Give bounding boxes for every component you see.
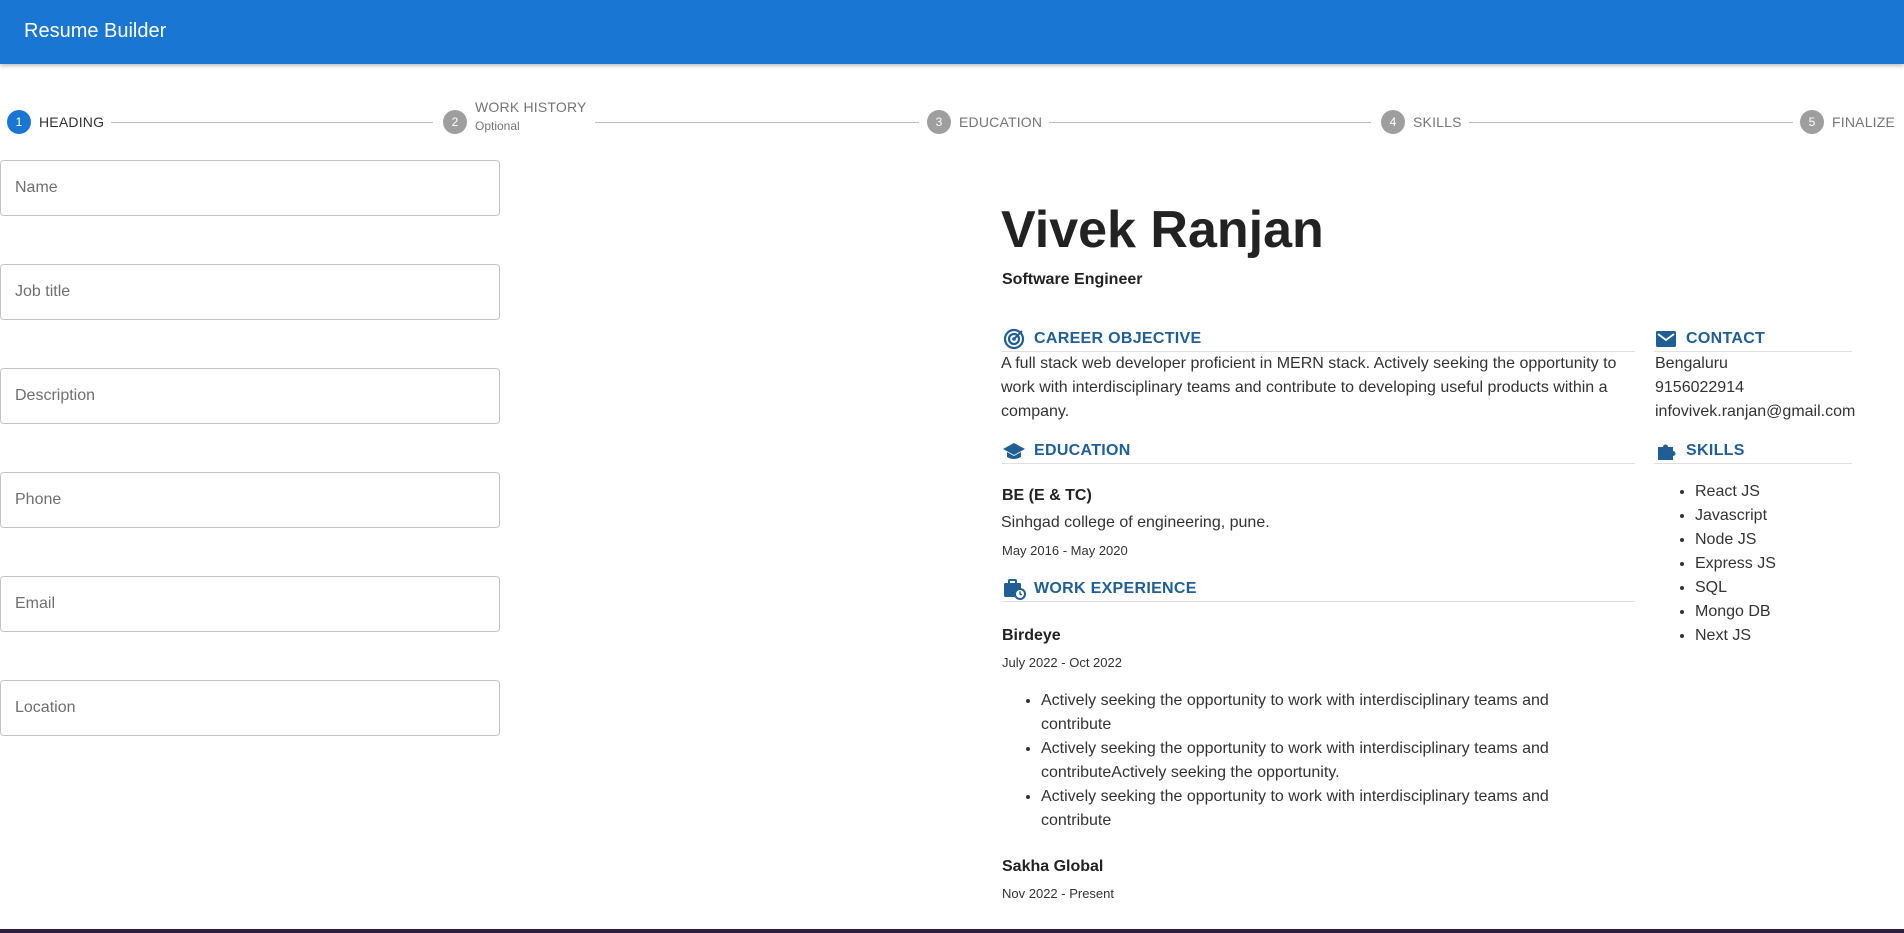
section-title: SKILLS xyxy=(1686,441,1745,459)
job-title-input[interactable] xyxy=(1,265,499,319)
app-bar: Resume Builder xyxy=(0,0,1904,64)
description-input[interactable] xyxy=(1,369,499,423)
step-connector xyxy=(111,122,433,123)
location-input[interactable] xyxy=(1,681,499,735)
education-dates: May 2016 - May 2020 xyxy=(1002,543,1128,558)
contact-phone: 9156022914 xyxy=(1655,379,1744,396)
step-number: 3 xyxy=(927,110,951,134)
section-title: EDUCATION xyxy=(1034,441,1131,459)
education-degree: BE (E & TC) xyxy=(1002,487,1092,504)
mail-icon xyxy=(1654,327,1678,351)
step-label: EDUCATION xyxy=(959,114,1043,130)
step-label: HEADING xyxy=(39,114,105,130)
step-number: 1 xyxy=(7,110,31,134)
list-item: React JS xyxy=(1695,480,1855,504)
taskbar-edge xyxy=(0,929,1904,933)
email-input[interactable] xyxy=(1,577,499,631)
list-item: Node JS xyxy=(1695,528,1855,552)
phone-field[interactable] xyxy=(0,472,500,528)
resume-name: Vivek Ranjan xyxy=(1001,201,1324,259)
step-number: 4 xyxy=(1381,110,1405,134)
step-connector xyxy=(1049,122,1371,123)
career-objective-text: A full stack web developer proficient in… xyxy=(1001,352,1641,424)
step-number: 5 xyxy=(1800,110,1824,134)
name-input[interactable] xyxy=(1,161,499,215)
company-name: Birdeye xyxy=(1002,627,1061,644)
step-number: 2 xyxy=(443,110,467,134)
objective-line: work with interdisciplinary teams and co… xyxy=(1001,379,1608,396)
list-item: Express JS xyxy=(1695,552,1855,576)
puzzle-icon xyxy=(1654,439,1678,463)
step-work-history[interactable]: 2 WORK HISTORY Optional xyxy=(443,98,587,134)
job-dates: July 2022 - Oct 2022 xyxy=(1002,655,1122,670)
phone-input[interactable] xyxy=(1,473,499,527)
list-item: Next JS xyxy=(1695,624,1855,648)
objective-line: A full stack web developer proficient in… xyxy=(1001,355,1617,372)
step-label: WORK HISTORY xyxy=(475,99,587,115)
company-name: Sakha Global xyxy=(1002,858,1104,875)
step-heading[interactable]: 1 HEADING xyxy=(7,110,104,134)
list-item: Actively seeking the opportunity to work… xyxy=(1041,737,1641,785)
name-field[interactable] xyxy=(0,160,500,216)
email-field[interactable] xyxy=(0,576,500,632)
objective-line: company. xyxy=(1001,403,1070,420)
contact-email: infovivek.ranjan@gmail.com xyxy=(1655,403,1856,420)
step-connector xyxy=(1469,122,1793,123)
step-finalize[interactable]: 5 FINALIZE xyxy=(1800,110,1895,134)
list-item: Actively seeking the opportunity to work… xyxy=(1041,785,1641,833)
graduation-cap-icon xyxy=(1002,439,1026,463)
step-skills[interactable]: 4 SKILLS xyxy=(1381,110,1462,134)
resume-job-title: Software Engineer xyxy=(1002,271,1143,288)
career-objective-heading: CAREER OBJECTIVE xyxy=(1002,326,1635,352)
job-bullets: Actively seeking the opportunity to work… xyxy=(1001,689,1641,833)
job-title-field[interactable] xyxy=(0,264,500,320)
contact-location: Bengaluru xyxy=(1655,355,1728,372)
stepper: 1 HEADING 2 WORK HISTORY Optional 3 EDUC… xyxy=(0,98,1904,144)
step-optional-label: Optional xyxy=(475,119,520,133)
work-experience-heading: WORK EXPERIENCE xyxy=(1002,576,1635,602)
job-dates: Nov 2022 - Present xyxy=(1002,886,1115,901)
description-field[interactable] xyxy=(0,368,500,424)
skills-list: React JS Javascript Node JS Express JS S… xyxy=(1655,480,1855,648)
list-item: Mongo DB xyxy=(1695,600,1855,624)
section-title: CAREER OBJECTIVE xyxy=(1034,329,1202,347)
education-heading: EDUCATION xyxy=(1002,438,1635,464)
education-school: Sinhgad college of engineering, pune. xyxy=(1001,514,1270,531)
step-label: SKILLS xyxy=(1413,114,1462,130)
app-title: Resume Builder xyxy=(24,20,167,42)
step-connector xyxy=(595,122,919,123)
step-education[interactable]: 3 EDUCATION xyxy=(927,110,1042,134)
list-item: Javascript xyxy=(1695,504,1855,528)
location-field[interactable] xyxy=(0,680,500,736)
contact-heading: CONTACT xyxy=(1654,326,1852,352)
list-item: Actively seeking the opportunity to work… xyxy=(1041,689,1641,737)
target-icon xyxy=(1002,327,1026,351)
list-item: SQL xyxy=(1695,576,1855,600)
briefcase-clock-icon xyxy=(1002,577,1026,601)
section-title: CONTACT xyxy=(1686,329,1766,347)
step-label: FINALIZE xyxy=(1832,114,1896,130)
section-title: WORK EXPERIENCE xyxy=(1034,579,1197,597)
skills-heading: SKILLS xyxy=(1654,438,1852,464)
